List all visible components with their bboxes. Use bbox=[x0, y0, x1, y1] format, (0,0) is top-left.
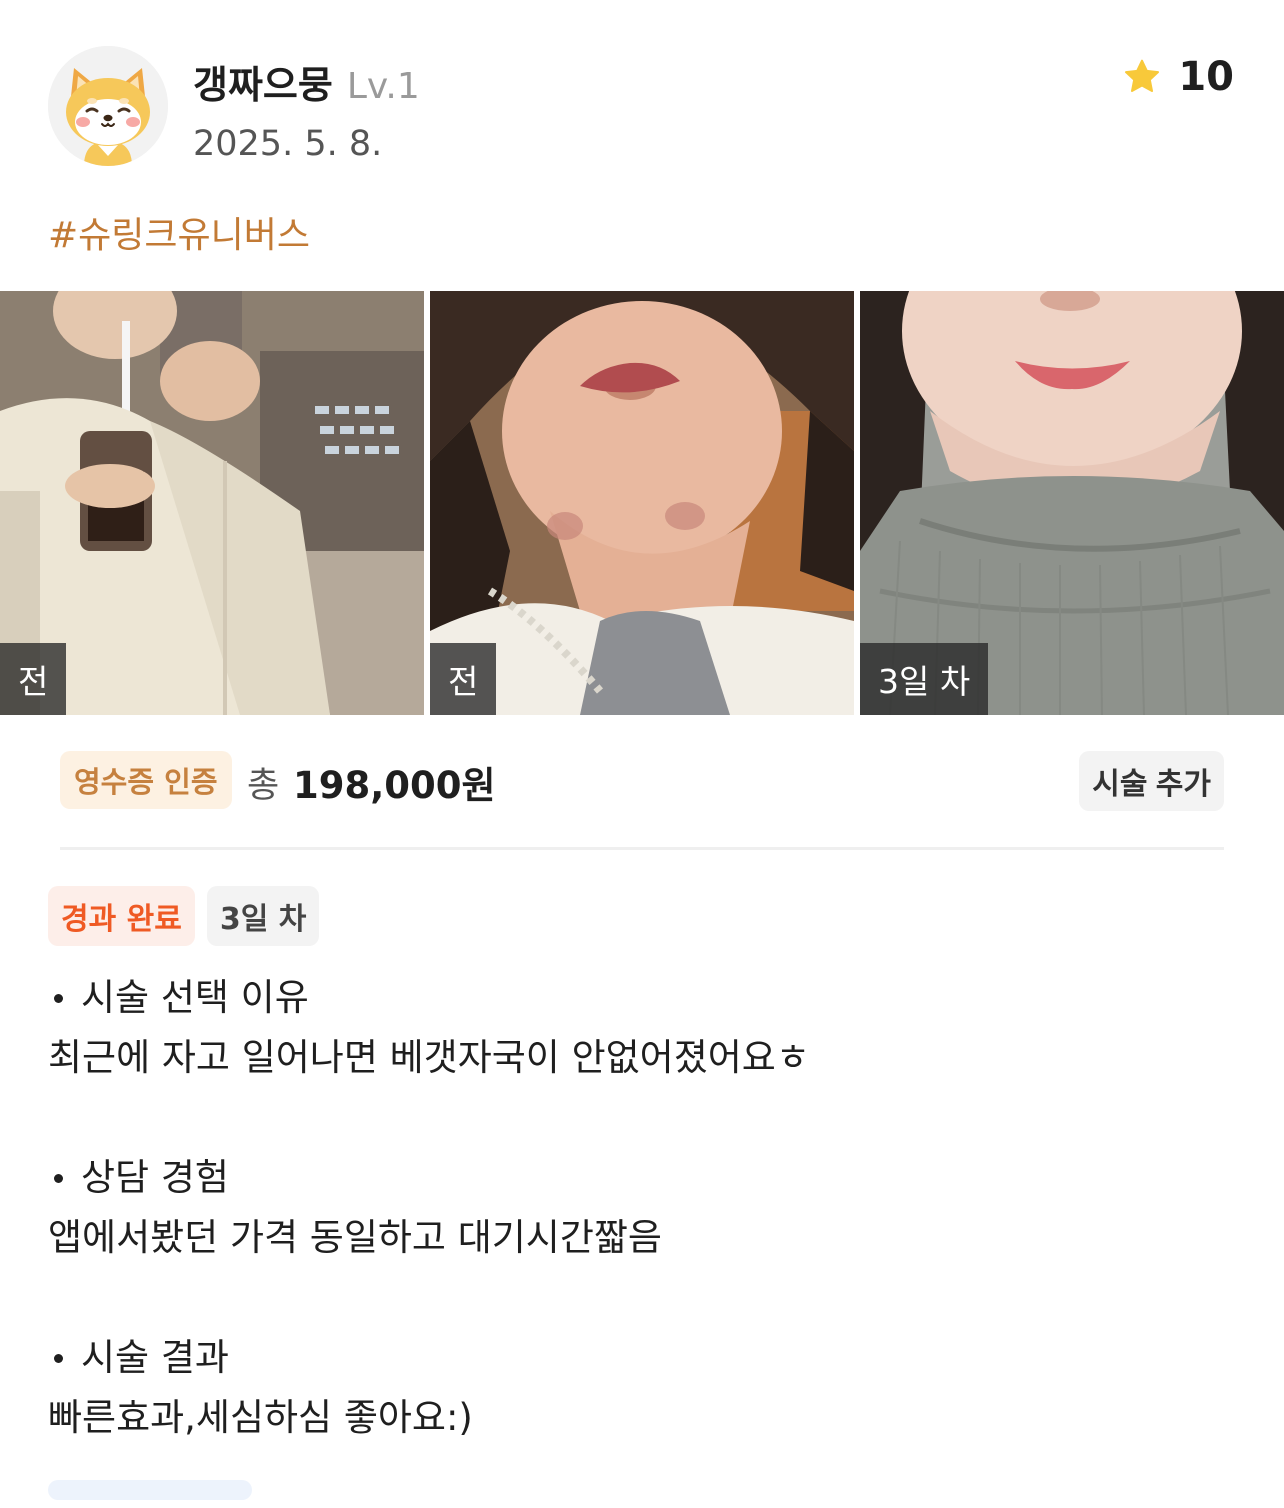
user-name[interactable]: 갱짜으뭉 bbox=[193, 54, 333, 109]
photo-tag: 3일 차 bbox=[860, 643, 989, 715]
review-text: 앱에서봤던 가격 동일하고 대기시간짧음 bbox=[48, 1216, 662, 1259]
review-section: 시술 선택 이유 최근에 자고 일어나면 베갯자국이 안없어졌어요ㅎ bbox=[48, 968, 1236, 1088]
hashtag-link[interactable]: #슈링크유니버스 bbox=[48, 206, 310, 258]
bullet-icon bbox=[54, 993, 63, 1003]
photo-gallery: 전 전 3일 차 bbox=[0, 291, 1284, 715]
bullet-icon bbox=[54, 1173, 63, 1183]
review-text: 최근에 자고 일어나면 베갯자국이 안없어졌어요ㅎ bbox=[48, 1036, 810, 1079]
status-badges: 경과 완료 3일 차 bbox=[48, 886, 320, 946]
photo-tag: 전 bbox=[430, 643, 497, 715]
add-treatment-button[interactable]: 시술 추가 bbox=[1079, 751, 1224, 811]
total-amount: 198,000원 bbox=[293, 764, 496, 807]
review-heading-row: 시술 결과 bbox=[48, 1328, 1236, 1388]
next-content-peek bbox=[48, 1480, 252, 1500]
user-name-row: 갱짜으뭉 Lv.1 bbox=[193, 54, 420, 107]
bullet-icon bbox=[54, 1353, 63, 1363]
review-heading: 시술 결과 bbox=[81, 1336, 229, 1379]
review-heading-row: 상담 경험 bbox=[48, 1148, 1236, 1208]
rating: 10 bbox=[1122, 54, 1234, 100]
review-heading: 시술 선택 이유 bbox=[81, 976, 309, 1019]
review-header: 갱짜으뭉 Lv.1 2025. 5. 8. 10 bbox=[48, 46, 1234, 168]
post-date: 2025. 5. 8. bbox=[193, 124, 383, 164]
review-heading-row: 시술 선택 이유 bbox=[48, 968, 1236, 1028]
user-level: Lv.1 bbox=[346, 66, 420, 107]
review-section: 상담 경험 앱에서봤던 가격 동일하고 대기시간짧음 bbox=[48, 1148, 1236, 1268]
shiba-dog-avatar-icon bbox=[48, 46, 168, 166]
photo-after-day3[interactable]: 3일 차 bbox=[860, 291, 1284, 715]
photo-before-2[interactable]: 전 bbox=[430, 291, 854, 715]
price-row: 영수증 인증 총 198,000원 시술 추가 bbox=[60, 751, 1224, 811]
review-body: 시술 선택 이유 최근에 자고 일어나면 베갯자국이 안없어졌어요ㅎ 상담 경험… bbox=[48, 968, 1236, 1508]
review-text: 빠른효과,세심하심 좋아요:) bbox=[48, 1396, 473, 1439]
photo-before-1[interactable]: 전 bbox=[0, 291, 424, 715]
rating-value: 10 bbox=[1178, 54, 1234, 100]
photo-tag: 전 bbox=[0, 643, 67, 715]
divider bbox=[60, 847, 1224, 850]
review-heading: 상담 경험 bbox=[81, 1156, 229, 1199]
day-count-badge: 3일 차 bbox=[206, 886, 320, 946]
total-label: 총 bbox=[247, 766, 280, 806]
progress-complete-badge: 경과 완료 bbox=[48, 886, 195, 946]
user-avatar[interactable] bbox=[48, 46, 168, 166]
review-section: 시술 결과 빠른효과,세심하심 좋아요:) bbox=[48, 1328, 1236, 1448]
receipt-verified-badge: 영수증 인증 bbox=[60, 751, 232, 809]
star-icon bbox=[1125, 59, 1160, 92]
